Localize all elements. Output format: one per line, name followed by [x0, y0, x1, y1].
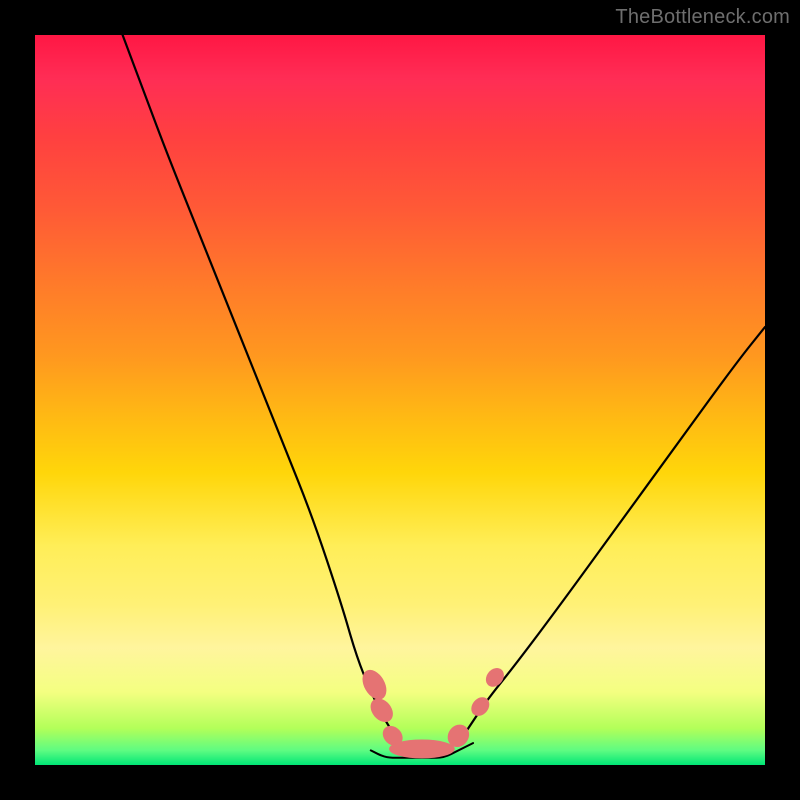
plot-area [35, 35, 765, 765]
marker-layer [358, 664, 508, 758]
chart-frame: TheBottleneck.com [0, 0, 800, 800]
series-left-curve [123, 35, 400, 743]
series-right-curve [458, 327, 765, 743]
watermark-text: TheBottleneck.com [615, 6, 790, 29]
valley-marker-3 [389, 739, 455, 758]
chart-svg [35, 35, 765, 765]
curve-layer [123, 35, 765, 758]
